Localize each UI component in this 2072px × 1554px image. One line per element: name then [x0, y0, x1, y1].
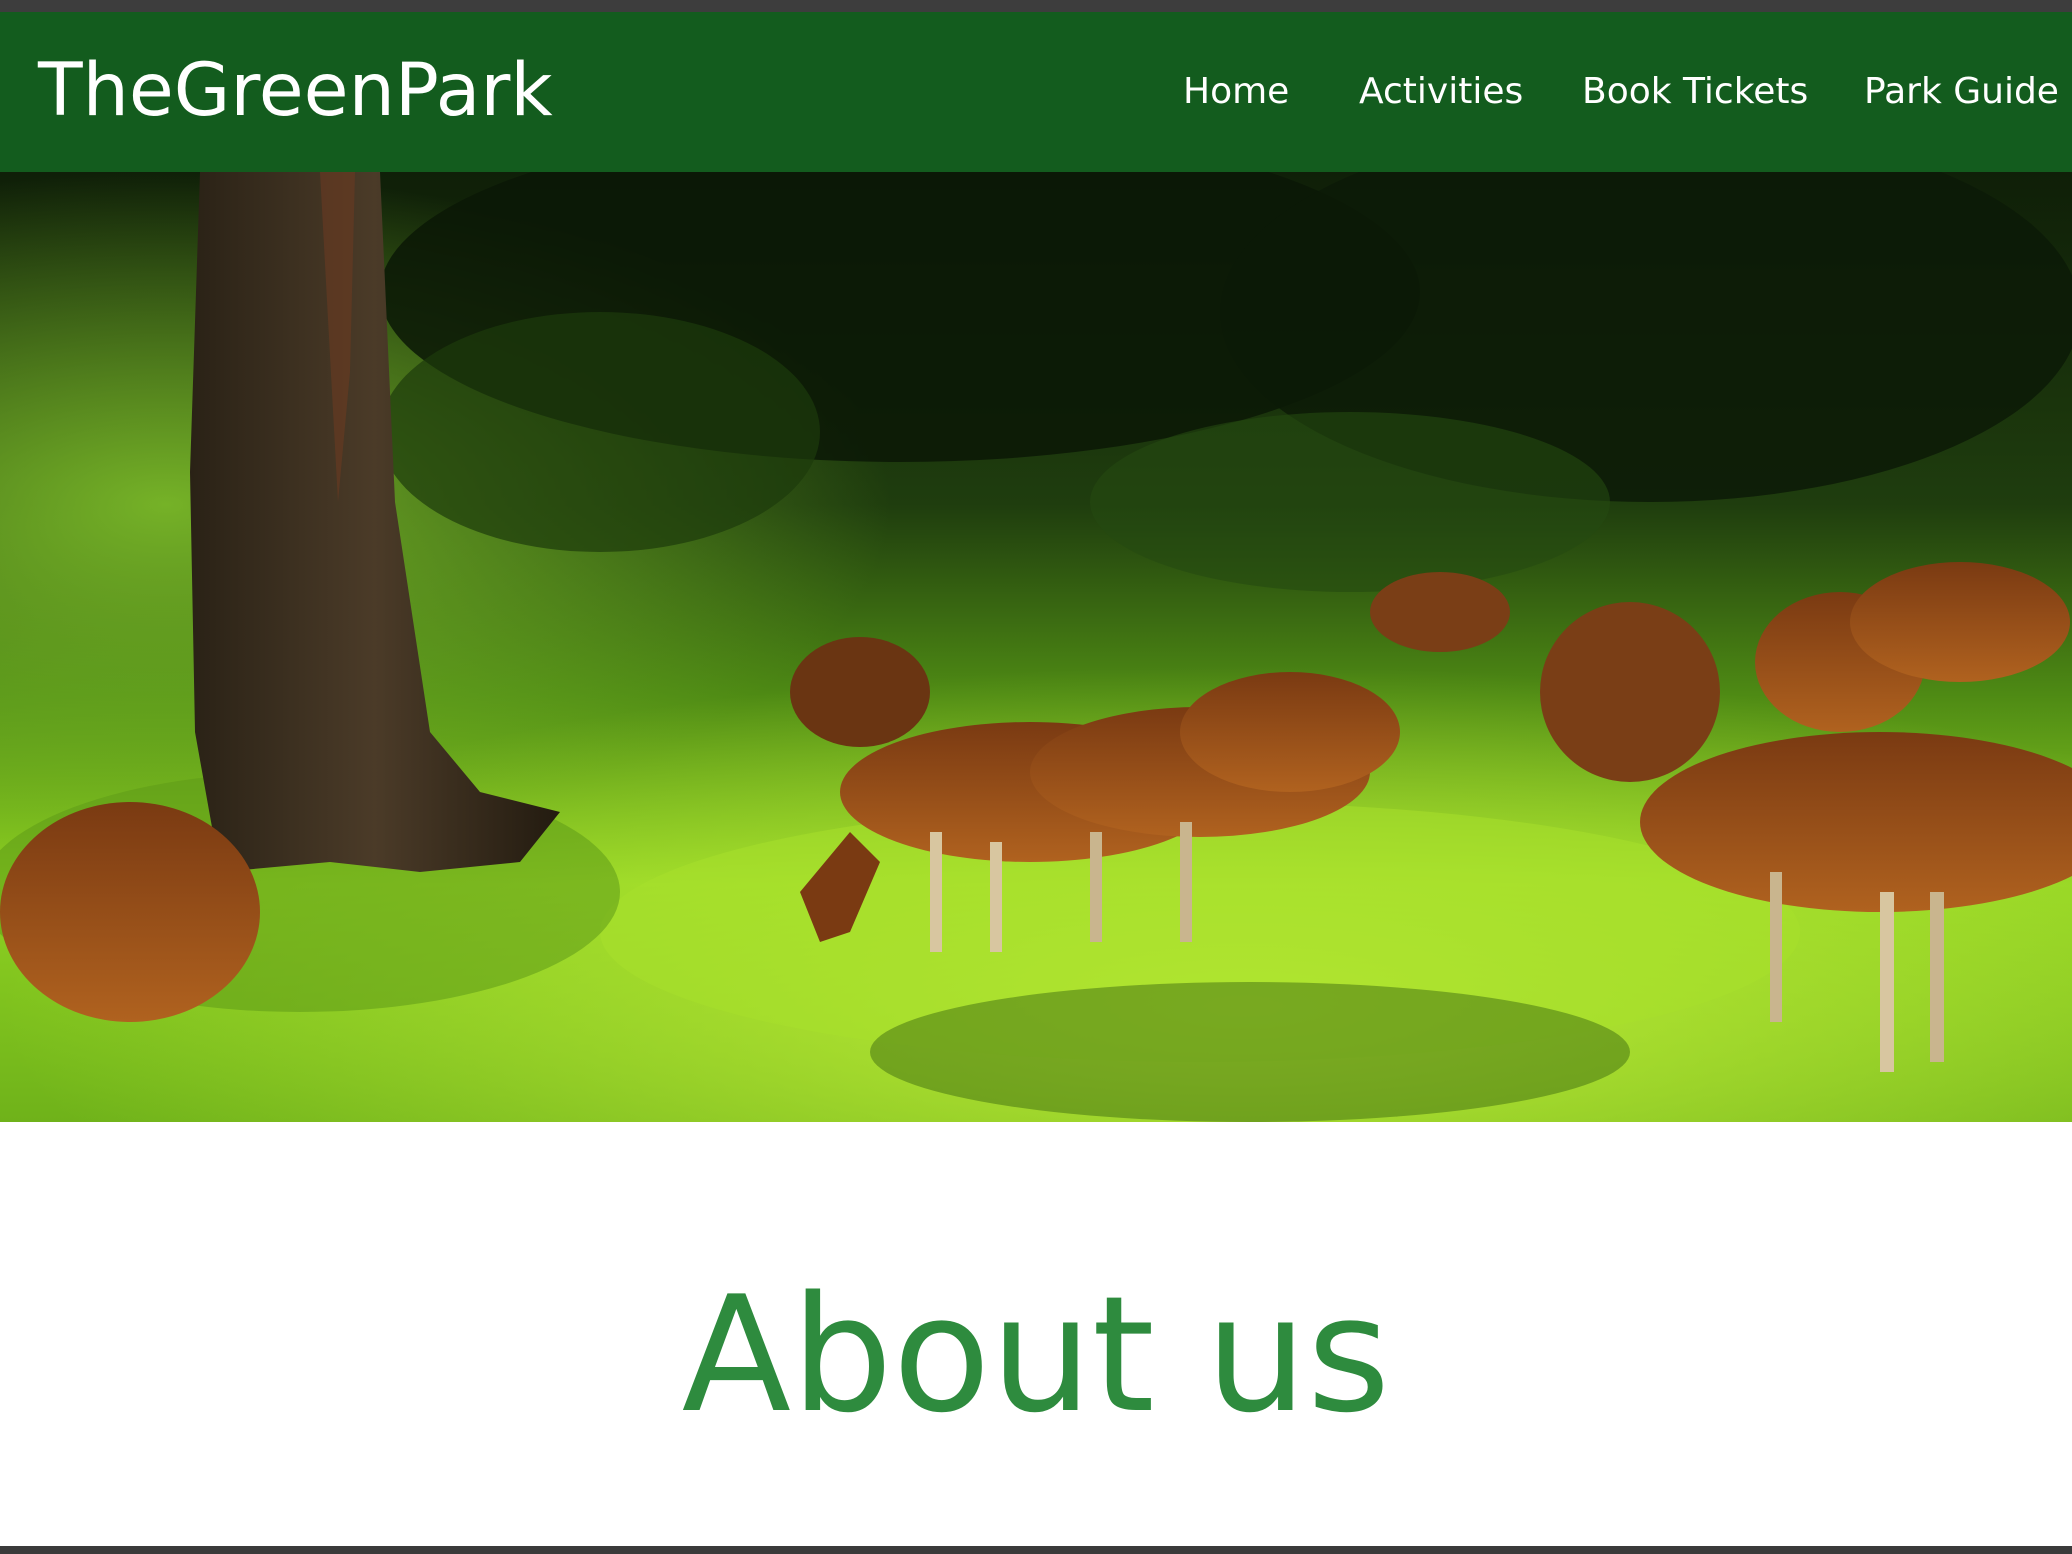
browser-bottom-edge	[0, 1546, 2072, 1554]
nav-link-activities[interactable]: Activities	[1359, 74, 1523, 110]
nav-link-park-guide[interactable]: Park Guide	[1864, 74, 2059, 110]
nav-link-book-tickets[interactable]: Book Tickets	[1582, 74, 1808, 110]
nav-link-home[interactable]: Home	[1183, 74, 1289, 110]
deer-forest-photo	[0, 172, 2072, 1122]
browser-top-edge	[0, 0, 2072, 12]
site-logo-text[interactable]: TheGreenPark	[38, 54, 553, 127]
hero-image	[0, 172, 2072, 1122]
about-us-heading: About us	[681, 1261, 1391, 1448]
site-navbar: TheGreenPark Home Activities Book Ticket…	[0, 12, 2072, 172]
